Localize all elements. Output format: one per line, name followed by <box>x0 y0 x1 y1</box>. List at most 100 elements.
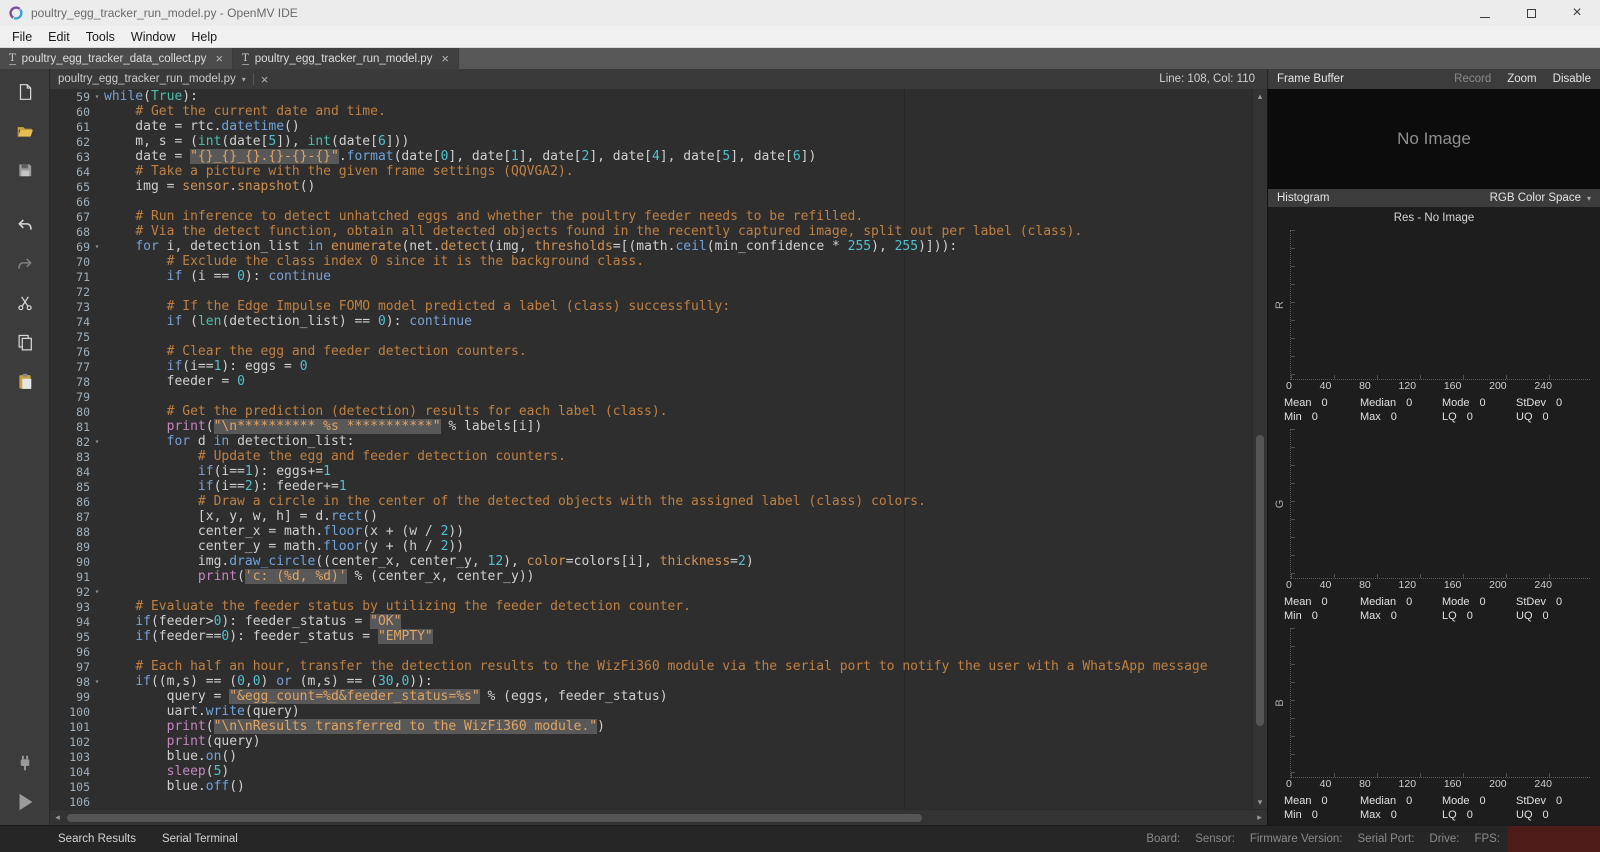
gutter-line[interactable]: 68 <box>50 224 104 239</box>
line-number[interactable]: 75 <box>76 330 90 344</box>
gutter-line[interactable]: 99 <box>50 689 104 704</box>
line-number[interactable]: 60 <box>76 105 90 119</box>
scroll-down-icon[interactable]: ▾ <box>1258 795 1263 809</box>
scroll-right-icon[interactable]: ▸ <box>1252 812 1267 823</box>
gutter-line[interactable]: 87 <box>50 509 104 524</box>
gutter-line[interactable]: 86 <box>50 494 104 509</box>
save-button[interactable] <box>10 155 40 185</box>
code-line[interactable]: if(i==1): eggs = 0 <box>104 359 1252 374</box>
zoom-button[interactable]: Zoom <box>1507 73 1536 85</box>
code-line[interactable]: if(feeder>0): feeder_status = "OK" <box>104 614 1252 629</box>
line-number[interactable]: 102 <box>69 735 90 749</box>
line-number[interactable]: 99 <box>76 690 90 704</box>
line-number[interactable]: 93 <box>76 600 90 614</box>
gutter-line[interactable]: 72 <box>50 284 104 299</box>
code-line[interactable]: # Clear the egg and feeder detection cou… <box>104 344 1252 359</box>
gutter-line[interactable]: 92▾ <box>50 584 104 599</box>
code-line[interactable]: feeder = 0 <box>104 374 1252 389</box>
code-line[interactable]: if((m,s) == (0,0) or (m,s) == (30,0)): <box>104 674 1252 689</box>
code-line[interactable]: m, s = (int(date[5]), int(date[6])) <box>104 134 1252 149</box>
gutter-line[interactable]: 63 <box>50 149 104 164</box>
gutter-line[interactable]: 79 <box>50 389 104 404</box>
gutter-line[interactable]: 81 <box>50 419 104 434</box>
paste-button[interactable] <box>10 366 40 396</box>
color-space-select[interactable]: RGB Color Space ▾ <box>1490 192 1591 204</box>
gutter-line[interactable]: 62 <box>50 134 104 149</box>
connect-button[interactable] <box>10 748 40 778</box>
tab-poultry_egg_tracker_run_model-py[interactable]: Tpoultry_egg_tracker_run_model.py× <box>233 48 459 69</box>
code-line[interactable] <box>104 794 1252 809</box>
code-line[interactable]: date = rtc.datetime() <box>104 119 1252 134</box>
line-number[interactable]: 77 <box>76 360 90 374</box>
run-button[interactable] <box>10 787 40 817</box>
line-number[interactable]: 64 <box>76 165 90 179</box>
code-line[interactable]: for d in detection_list: <box>104 434 1252 449</box>
disable-button[interactable]: Disable <box>1553 73 1591 85</box>
line-number[interactable]: 73 <box>76 300 90 314</box>
code-line[interactable]: date = "{}_{}_{}.{}-{}-{}".format(date[0… <box>104 149 1252 164</box>
code-line[interactable]: # Run inference to detect unhatched eggs… <box>104 209 1252 224</box>
line-number[interactable]: 95 <box>76 630 90 644</box>
code-line[interactable]: # Exclude the class index 0 since it is … <box>104 254 1252 269</box>
undo-button[interactable] <box>10 210 40 240</box>
line-number[interactable]: 85 <box>76 480 90 494</box>
code-line[interactable]: # If the Edge Impulse FOMO model predict… <box>104 299 1252 314</box>
code-line[interactable]: center_x = math.floor(x + (w / 2)) <box>104 524 1252 539</box>
code-line[interactable]: sleep(5) <box>104 764 1252 779</box>
line-number[interactable]: 68 <box>76 225 90 239</box>
line-number[interactable]: 101 <box>69 720 90 734</box>
code-line[interactable] <box>104 644 1252 659</box>
gutter-line[interactable]: 94 <box>50 614 104 629</box>
code-line[interactable]: uart.write(query) <box>104 704 1252 719</box>
code-line[interactable] <box>104 194 1252 209</box>
gutter-line[interactable]: 98▾ <box>50 674 104 689</box>
gutter-line[interactable]: 97 <box>50 659 104 674</box>
line-number[interactable]: 82 <box>76 435 90 449</box>
line-number[interactable]: 91 <box>76 570 90 584</box>
gutter-line[interactable]: 104 <box>50 764 104 779</box>
panel-toggle-search-results[interactable]: Search Results <box>58 833 136 845</box>
line-number[interactable]: 74 <box>76 315 90 329</box>
code-line[interactable]: print(query) <box>104 734 1252 749</box>
gutter-line[interactable]: 64 <box>50 164 104 179</box>
line-number[interactable]: 88 <box>76 525 90 539</box>
tab-poultry_egg_tracker_data_collect-py[interactable]: Tpoultry_egg_tracker_data_collect.py× <box>0 48 233 69</box>
gutter-line[interactable]: 80 <box>50 404 104 419</box>
redo-button[interactable] <box>10 249 40 279</box>
gutter-line[interactable]: 100 <box>50 704 104 719</box>
code-line[interactable]: center_y = math.floor(y + (h / 2)) <box>104 539 1252 554</box>
line-number[interactable]: 106 <box>69 795 90 809</box>
gutter-line[interactable]: 77 <box>50 359 104 374</box>
line-number[interactable]: 104 <box>69 765 90 779</box>
scroll-up-icon[interactable]: ▴ <box>1258 89 1263 103</box>
line-number[interactable]: 71 <box>76 270 90 284</box>
scrollbar-track[interactable] <box>65 810 1252 825</box>
code-line[interactable]: while(True): <box>104 89 1252 104</box>
gutter-line[interactable]: 83 <box>50 449 104 464</box>
code-line[interactable]: print("\n********** %s ***********" % la… <box>104 419 1252 434</box>
line-number[interactable]: 62 <box>76 135 90 149</box>
line-number[interactable]: 90 <box>76 555 90 569</box>
panel-toggle-serial-terminal[interactable]: Serial Terminal <box>162 833 238 845</box>
menu-window[interactable]: Window <box>123 30 183 44</box>
code-line[interactable]: print('c: (%d, %d)' % (center_x, center_… <box>104 569 1252 584</box>
line-number[interactable]: 67 <box>76 210 90 224</box>
line-number[interactable]: 66 <box>76 195 90 209</box>
gutter-line[interactable]: 59▾ <box>50 89 104 104</box>
code-line[interactable]: [x, y, w, h] = d.rect() <box>104 509 1252 524</box>
gutter-line[interactable]: 71 <box>50 269 104 284</box>
code-line[interactable]: # Each half an hour, transfer the detect… <box>104 659 1252 674</box>
gutter-line[interactable]: 70 <box>50 254 104 269</box>
line-number[interactable]: 61 <box>76 120 90 134</box>
code-line[interactable]: img.draw_circle((center_x, center_y, 12)… <box>104 554 1252 569</box>
code-line[interactable]: print("\n\nResults transferred to the Wi… <box>104 719 1252 734</box>
fold-marker-icon[interactable]: ▾ <box>90 92 104 101</box>
scrollbar-thumb[interactable] <box>67 814 922 822</box>
code-line[interactable]: # Evaluate the feeder status by utilizin… <box>104 599 1252 614</box>
code-area[interactable]: while(True): # Get the current date and … <box>104 89 1252 809</box>
vertical-scrollbar[interactable]: ▴ ▾ <box>1252 89 1267 809</box>
gutter-line[interactable]: 106 <box>50 794 104 809</box>
gutter-line[interactable]: 89 <box>50 539 104 554</box>
code-line[interactable] <box>104 584 1252 599</box>
code-line[interactable]: if (len(detection_list) == 0): continue <box>104 314 1252 329</box>
